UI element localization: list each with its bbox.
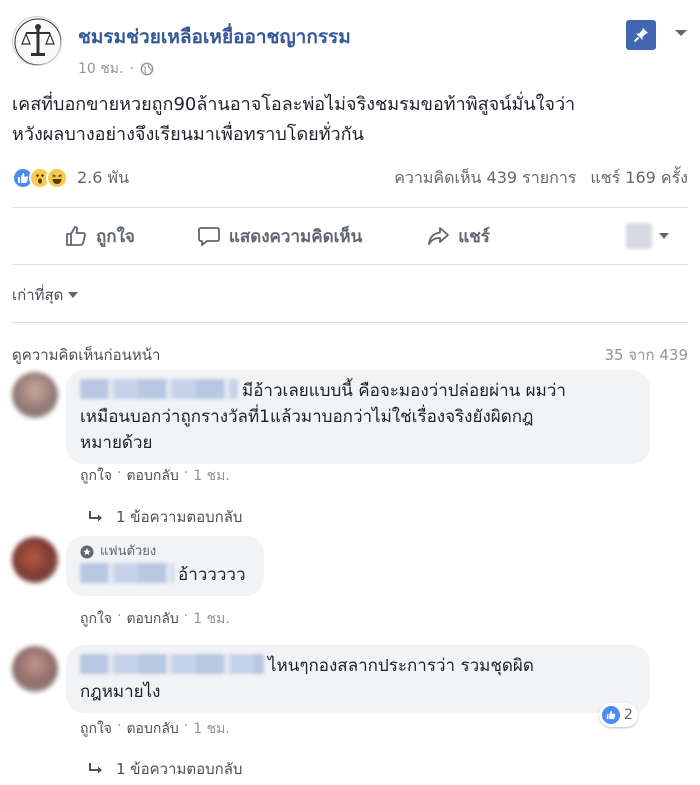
comment-bubble: มีอ้าวเลยแบบนี้ คือจะมองว่าปล่อยผ่าน ผมว… (66, 370, 650, 464)
reply-arrow-icon (89, 763, 102, 774)
view-replies-link[interactable]: 1 ข้อความตอบกลับ (88, 505, 242, 529)
post-time[interactable]: 10 ชม. (78, 58, 123, 80)
page-logo-icon (14, 18, 61, 65)
page-switcher[interactable] (626, 223, 670, 249)
comment-text-line: หมายด้วย (80, 433, 153, 453)
share-label: แชร์ (458, 226, 490, 247)
comment-text-line: กฎหมายไง (80, 682, 161, 702)
comment-text: อ้าววววว (178, 565, 246, 585)
comment-count[interactable]: ความคิดเห็น 439 รายการ (394, 166, 576, 191)
comment-actions: ถูกใจ · ตอบกลับ · 1 ชม. (80, 465, 230, 487)
share-button[interactable]: แชร์ (426, 223, 490, 250)
reactions-bar: 2.6 พัน ความคิดเห็น 439 รายการ แชร์ 169 … (12, 163, 688, 193)
caret-down-icon[interactable] (674, 28, 688, 38)
post-actions: ถูกใจ แสดงความคิดเห็น แชร์ (12, 210, 688, 262)
comment-reaction-count[interactable]: 2 (599, 703, 638, 727)
caret-down-icon (68, 291, 79, 298)
comment-like-link[interactable]: ถูกใจ (80, 465, 112, 487)
haha-reaction-icon (46, 167, 68, 189)
comment-text-line: อ้าววววว (80, 562, 250, 588)
comments-pagination-count: 35 จาก 439 (604, 346, 688, 364)
share-icon (428, 227, 450, 245)
commenter-avatar[interactable] (12, 646, 58, 692)
comment-reply-link[interactable]: ตอบกลับ (126, 718, 178, 740)
view-replies-link[interactable]: 1 ข้อความตอบกลับ (88, 757, 242, 781)
replies-count: 1 ข้อความตอบกลับ (116, 760, 243, 778)
comment-text: มีอ้าวเลยแบบนี้ คือจะมองว่าปล่อยผ่าน ผมว… (242, 381, 566, 401)
replies-count: 1 ข้อความตอบกลับ (116, 508, 243, 526)
comment-like-link[interactable]: ถูกใจ (80, 718, 112, 740)
top-fan-label: แฟนตัวยง (100, 544, 157, 559)
post-text: เคสที่บอกขายหวยถูก90ล้านอาจโอละพ่อไม่จริ… (12, 90, 692, 150)
post-meta: 10 ชม. · (78, 58, 154, 80)
globe-icon[interactable] (140, 62, 154, 76)
comment-icon (197, 227, 220, 246)
comment-actions: ถูกใจ · ตอบกลับ · 1 ชม. (80, 608, 230, 630)
comment-reply-link[interactable]: ตอบกลับ (126, 465, 178, 487)
top-fan-badge: แฟนตัวยง (80, 542, 250, 562)
comment-time[interactable]: 1 ชม. (193, 718, 230, 740)
like-button[interactable]: ถูกใจ (64, 223, 135, 250)
commenter-name[interactable] (80, 379, 238, 399)
commenter-avatar[interactable] (12, 537, 58, 583)
divider (12, 207, 688, 208)
sort-label: เก่าที่สุด (12, 286, 64, 304)
comment-text-line: ไหนๆกองสลากประการว่า รวมชุดผิด (80, 653, 636, 679)
view-previous-row: ดูความคิดเห็นก่อนหน้า 35 จาก 439 (12, 343, 688, 367)
comment-time[interactable]: 1 ชม. (193, 608, 230, 630)
commenter-avatar[interactable] (12, 372, 58, 418)
comment-reply-link[interactable]: ตอบกลับ (126, 608, 178, 630)
reaction-count[interactable]: 2.6 พัน (77, 166, 129, 191)
top-fan-icon (80, 545, 94, 559)
comment-text-line: เหมือนบอกว่าถูกรางวัลที่1แล้วมาบอกว่าไม่… (80, 407, 534, 427)
caret-down-icon (659, 233, 669, 239)
comment-text-line: มีอ้าวเลยแบบนี้ คือจะมองว่าปล่อยผ่าน ผมว… (80, 378, 636, 404)
reply-arrow-icon (89, 511, 102, 522)
view-previous-comments-link[interactable]: ดูความคิดเห็นก่อนหน้า (12, 343, 160, 367)
commenter-name[interactable] (80, 654, 264, 674)
comment-actions: ถูกใจ · ตอบกลับ · 1 ชม. (80, 718, 230, 740)
comment-like-count: 2 (624, 707, 633, 723)
post-text-line: เคสที่บอกขายหวยถูก90ล้านอาจโอละพ่อไม่จริ… (12, 94, 576, 115)
sort-dropdown[interactable]: เก่าที่สุด (12, 283, 79, 307)
comment-button[interactable]: แสดงความคิดเห็น (197, 223, 362, 250)
post-text-line: หวังผลบางอย่างจึงเรียนมาเพื่อทราบโดยทั่ว… (12, 124, 364, 145)
page-switcher-avatar (626, 223, 652, 249)
divider (12, 264, 688, 265)
reaction-icons[interactable] (12, 167, 68, 189)
comment-label: แสดงความคิดเห็น (228, 226, 363, 247)
like-reaction-icon (602, 706, 620, 724)
comment-bubble: แฟนตัวยง อ้าววววว (66, 536, 264, 596)
page-name[interactable]: ชมรมช่วยเหลือเหยื่ออาชญากรรม (78, 22, 351, 52)
thumbs-up-icon (66, 226, 86, 246)
commenter-name[interactable] (80, 563, 174, 583)
comment-like-link[interactable]: ถูกใจ (80, 608, 112, 630)
pin-icon (633, 28, 648, 43)
divider (12, 322, 688, 323)
share-count[interactable]: แชร์ 169 ครั้ง (590, 166, 688, 191)
post-stats: ความคิดเห็น 439 รายการ แชร์ 169 ครั้ง (394, 166, 688, 191)
comment-text: ไหนๆกองสลากประการว่า รวมชุดผิด (268, 656, 534, 676)
meta-separator: · (129, 61, 134, 77)
comment-bubble: ไหนๆกองสลากประการว่า รวมชุดผิด กฎหมายไง (66, 645, 650, 713)
comment-time[interactable]: 1 ชม. (193, 465, 230, 487)
like-label: ถูกใจ (96, 226, 135, 247)
page-avatar[interactable] (12, 16, 62, 66)
post-header: ชมรมช่วยเหลือเหยื่ออาชญากรรม 10 ชม. · (0, 0, 700, 88)
pin-button[interactable] (626, 20, 656, 50)
